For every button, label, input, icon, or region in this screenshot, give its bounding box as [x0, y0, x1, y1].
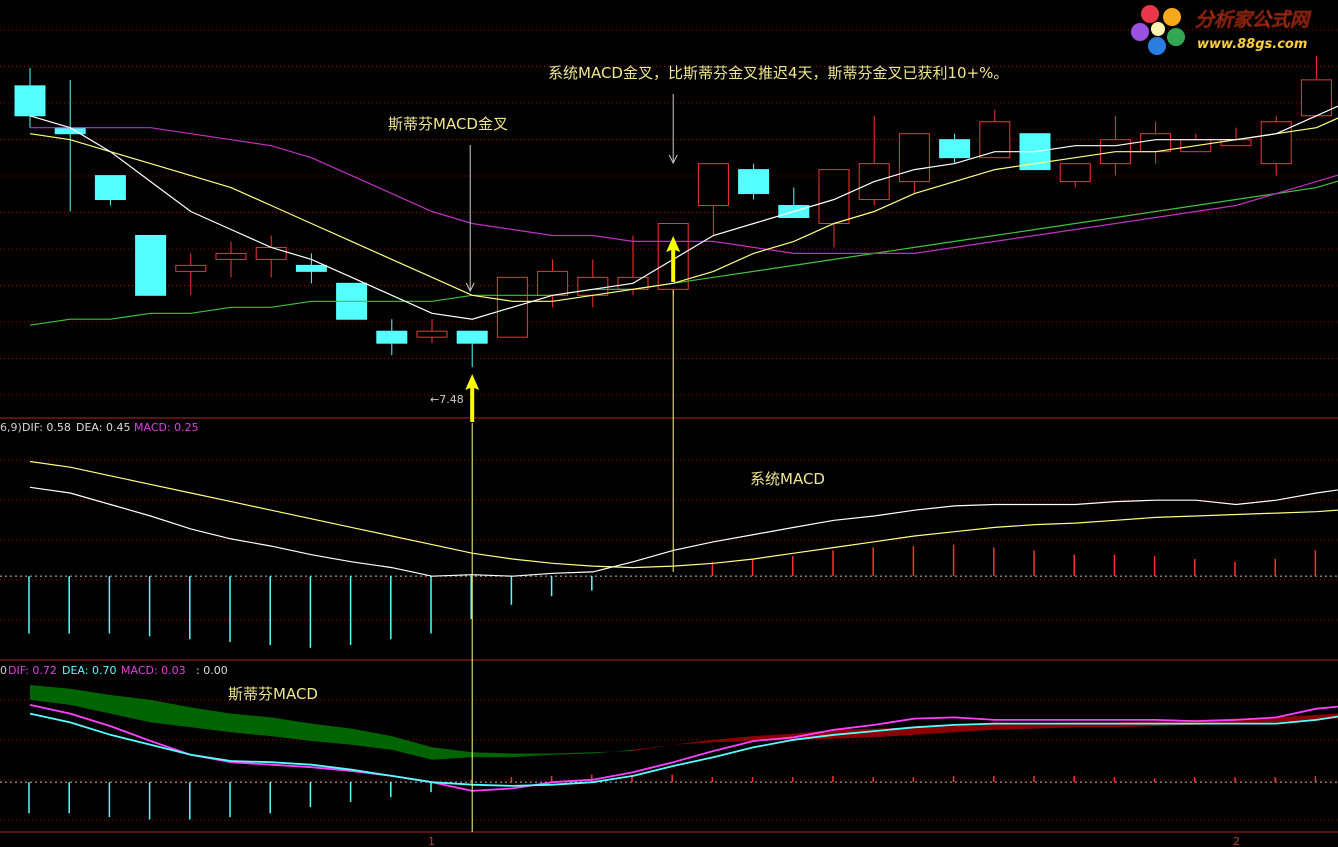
- candle-up: [255, 246, 287, 260]
- stephen-macd-extra: : 0.00: [196, 664, 228, 677]
- candle-up: [1260, 121, 1292, 165]
- system-macd-dif: DIF: 0.58: [22, 421, 71, 434]
- logo-title: 分析家公式网: [1195, 9, 1312, 31]
- candle-up: [537, 270, 569, 296]
- candle-up: [175, 264, 207, 272]
- logo-url: www.88gs.com: [1197, 37, 1307, 52]
- system-macd-dea: DEA: 0.45: [76, 421, 130, 434]
- candle-down: [14, 85, 46, 117]
- candle-up: [697, 163, 729, 207]
- chart-canvas: 斯蒂芬MACD金叉 系统MACD金叉，比斯蒂芬金叉推迟4天，斯蒂芬金叉已获利10…: [0, 0, 1338, 847]
- site-logo: 分析家公式网 www.88gs.com: [1131, 5, 1312, 55]
- candle-up: [1220, 139, 1252, 147]
- candle-up: [1059, 163, 1091, 183]
- candle-down: [295, 264, 327, 272]
- candle-down: [939, 139, 971, 159]
- candle-up: [1300, 79, 1332, 117]
- stephen-macd-dif: DIF: 0.72: [8, 664, 57, 677]
- candle-down: [456, 330, 488, 344]
- system-macd-label: 系统MACD: [750, 470, 825, 488]
- stephen-macd-param: 0: [0, 664, 7, 677]
- candle-up: [818, 169, 850, 224]
- system-macd-param: 6,9): [0, 421, 22, 434]
- candle-up: [1140, 133, 1172, 153]
- candle-up: [577, 276, 609, 296]
- system-cross-annotation: 系统MACD金叉，比斯蒂芬金叉推迟4天，斯蒂芬金叉已获利10+%。: [548, 64, 1008, 82]
- stephen-cross-annotation: 斯蒂芬MACD金叉: [388, 115, 508, 133]
- candle-up: [898, 133, 930, 183]
- candle-down: [738, 169, 770, 195]
- candle-up: [215, 252, 247, 260]
- stephen-macd-dea: DEA: 0.70: [62, 664, 116, 677]
- stephen-macd-label: 斯蒂芬MACD: [228, 685, 318, 703]
- candle-down: [94, 175, 126, 201]
- axis-mark-2: 2: [1233, 835, 1240, 847]
- system-macd-value: MACD: 0.25: [134, 421, 199, 434]
- candle-down: [54, 127, 86, 135]
- low-price-label: ←7.48: [430, 393, 464, 406]
- candle-down: [135, 234, 167, 296]
- candle-up: [416, 330, 448, 338]
- system-macd-header: 6,9) DIF: 0.58 DEA: 0.45 MACD: 0.25: [0, 421, 199, 434]
- candle-down: [376, 330, 408, 344]
- stephen-macd-value: MACD: 0.03: [121, 664, 186, 677]
- axis-mark-1: 1: [428, 835, 435, 847]
